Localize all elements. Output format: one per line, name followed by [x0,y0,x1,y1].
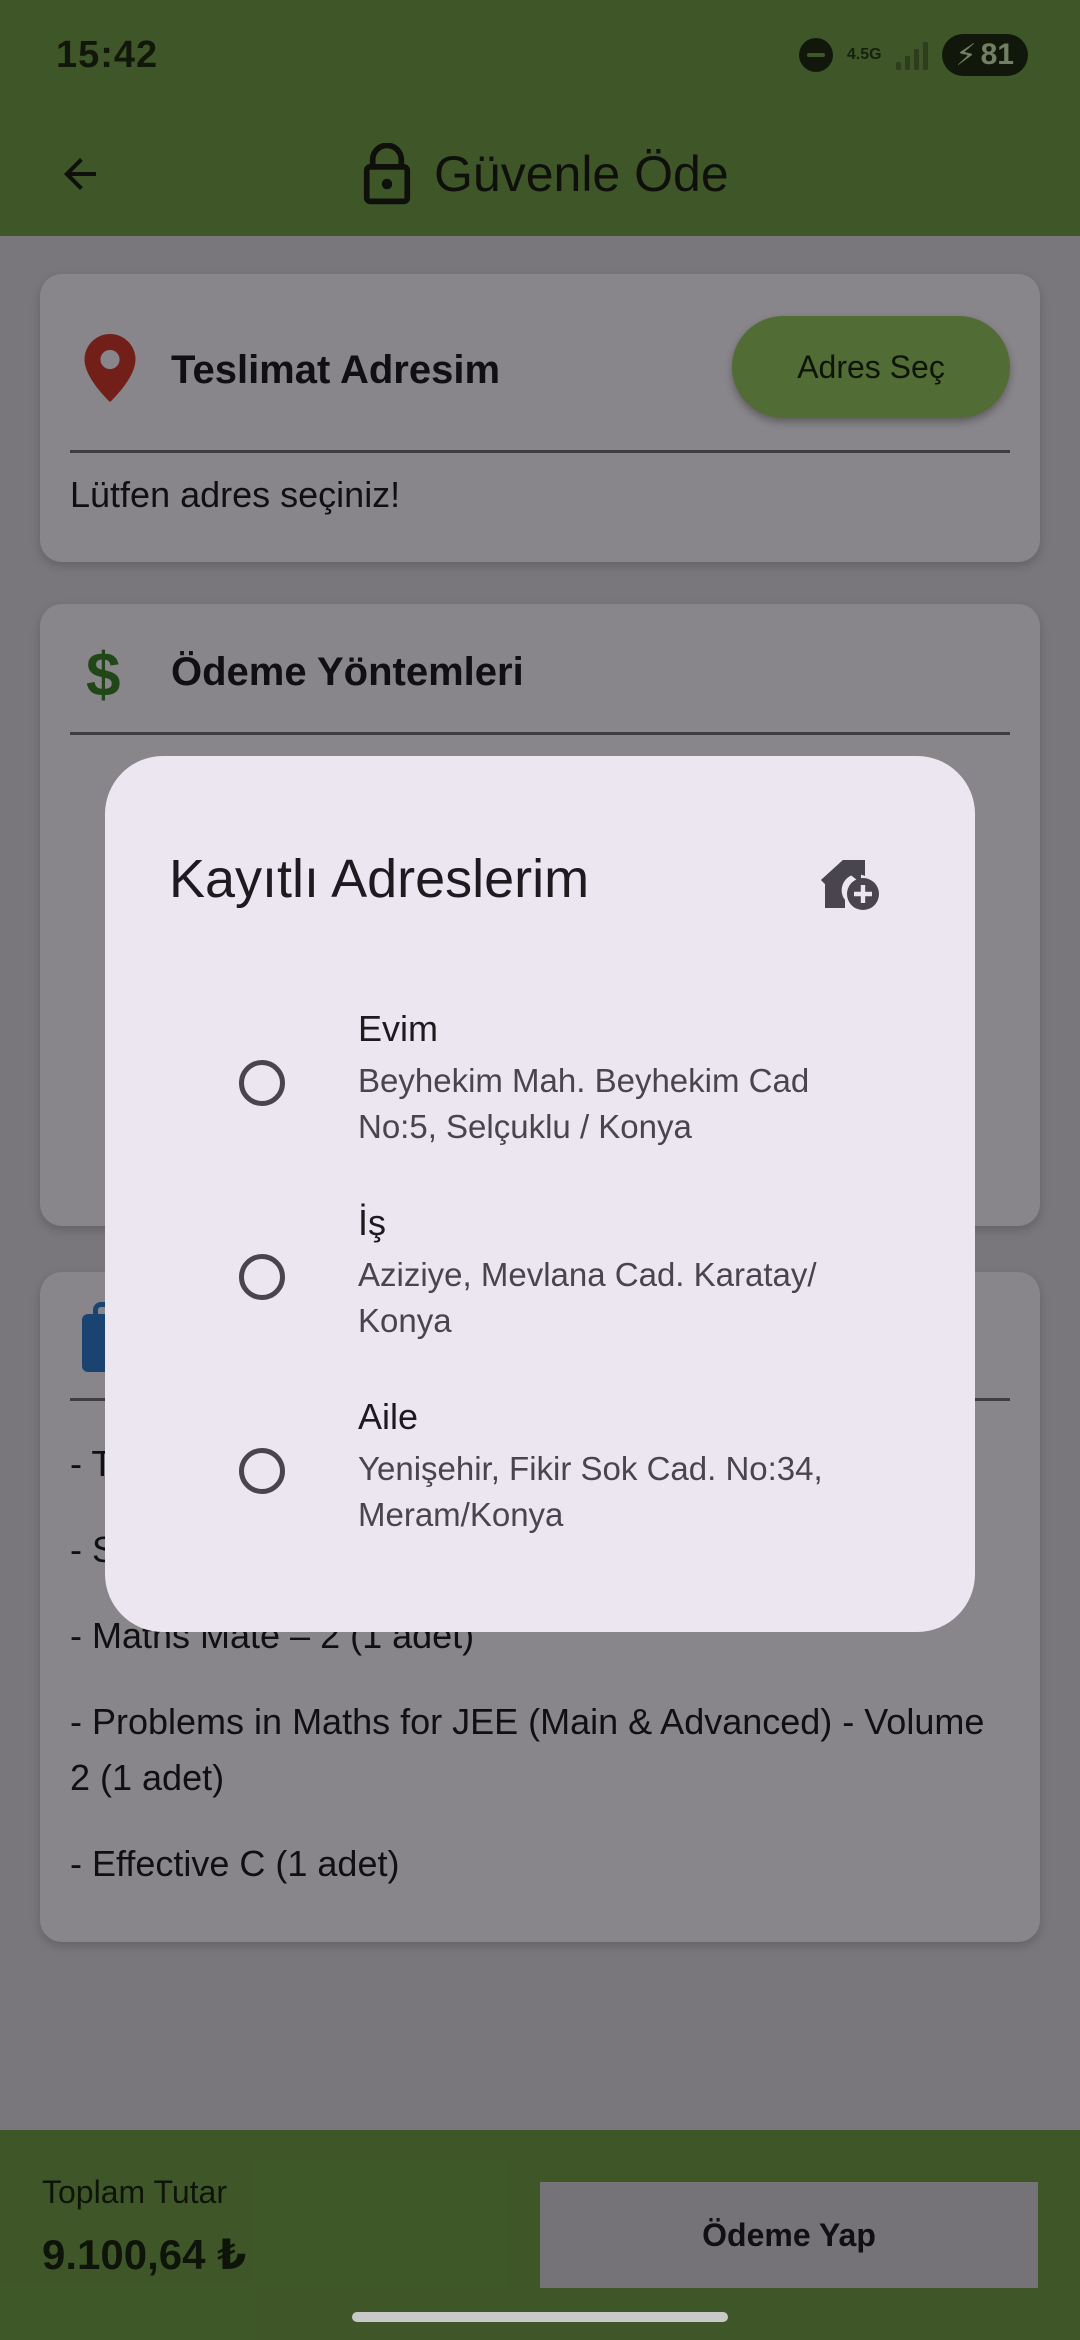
dialog-title: Kayıtlı Adreslerim [169,849,590,909]
address-text: Aziziye, Mevlana Cad. Karatay/ Konya [358,1256,817,1339]
radio-button[interactable] [239,1254,285,1300]
gesture-nav-handle[interactable] [352,2312,728,2322]
address-name: Aile [358,1396,419,1437]
address-option-evim[interactable]: Evim Beyhekim Mah. Beyhekim Cad No:5, Se… [105,1004,975,1164]
saved-addresses-dialog: Kayıtlı Adreslerim Evim Beyhekim Mah. Be… [105,756,975,1632]
address-text: Beyhekim Mah. Beyhekim Cad No:5, Selçukl… [358,1062,810,1145]
address-text: Yenişehir, Fikir Sok Cad. No:34, Meram/K… [358,1450,823,1533]
address-name: Evim [358,1008,438,1049]
address-name: İş [358,1202,387,1243]
radio-button[interactable] [239,1448,285,1494]
add-home-icon[interactable] [817,852,881,912]
address-option-aile[interactable]: Aile Yenişehir, Fikir Sok Cad. No:34, Me… [105,1392,975,1552]
radio-button[interactable] [239,1060,285,1106]
address-option-is[interactable]: İş Aziziye, Mevlana Cad. Karatay/ Konya [105,1198,975,1358]
